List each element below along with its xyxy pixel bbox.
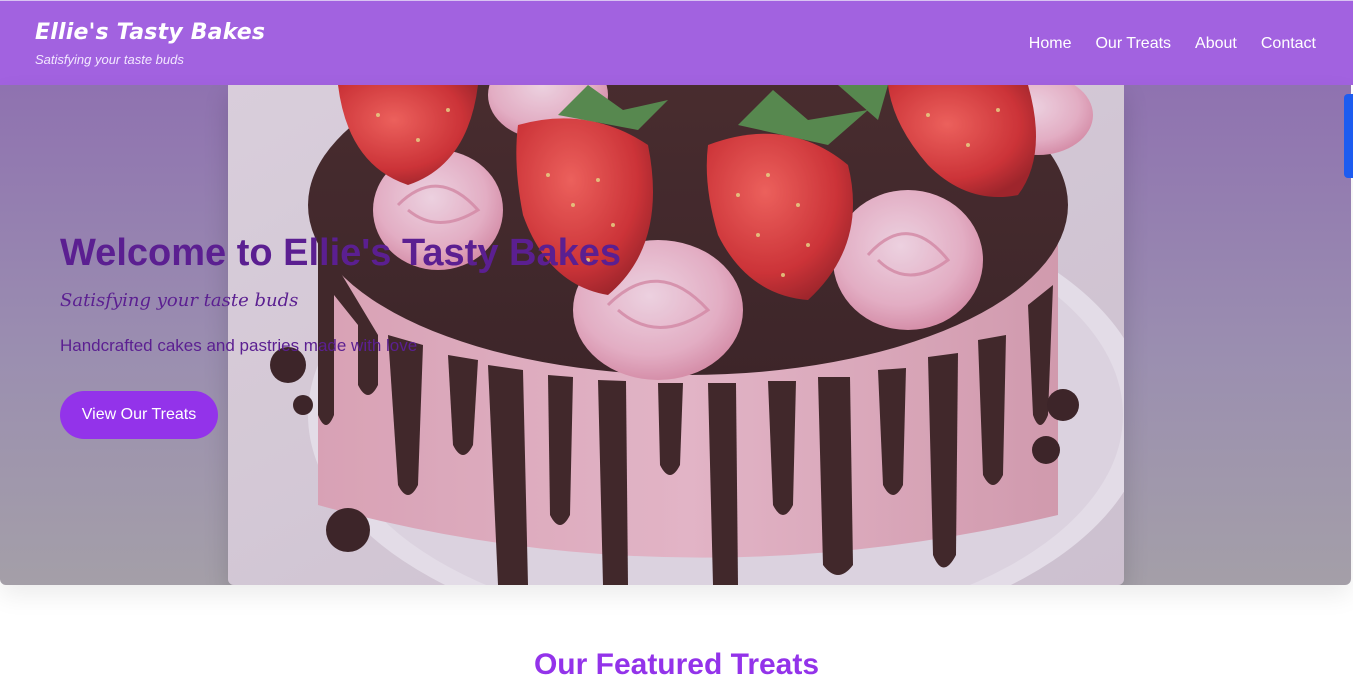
side-scroll-tab[interactable] [1344, 94, 1353, 178]
hero-image-overlay [228, 85, 1124, 585]
hero-subtitle: Satisfying your taste buds [60, 290, 299, 311]
nav-link-contact[interactable]: Contact [1261, 35, 1316, 53]
hero-title: Welcome to Ellie's Tasty Bakes [60, 232, 621, 274]
site-header: Ellie's Tasty Bakes Satisfying your tast… [0, 0, 1353, 85]
hero-description: Handcrafted cakes and pastries made with… [60, 336, 418, 355]
main-nav: Home Our Treats About Contact [1029, 35, 1316, 53]
view-treats-button[interactable]: View Our Treats [60, 391, 218, 439]
featured-heading: Our Featured Treats [533, 648, 820, 681]
nav-link-home[interactable]: Home [1029, 35, 1072, 53]
hero-section: Welcome to Ellie's Tasty Bakes Satisfyin… [0, 85, 1351, 585]
nav-link-about[interactable]: About [1195, 35, 1237, 53]
nav-link-our-treats[interactable]: Our Treats [1095, 35, 1171, 53]
brand-tagline: Satisfying your taste buds [35, 52, 184, 67]
brand-title[interactable]: Ellie's Tasty Bakes [35, 20, 265, 45]
hero-cake-image [228, 85, 1124, 585]
